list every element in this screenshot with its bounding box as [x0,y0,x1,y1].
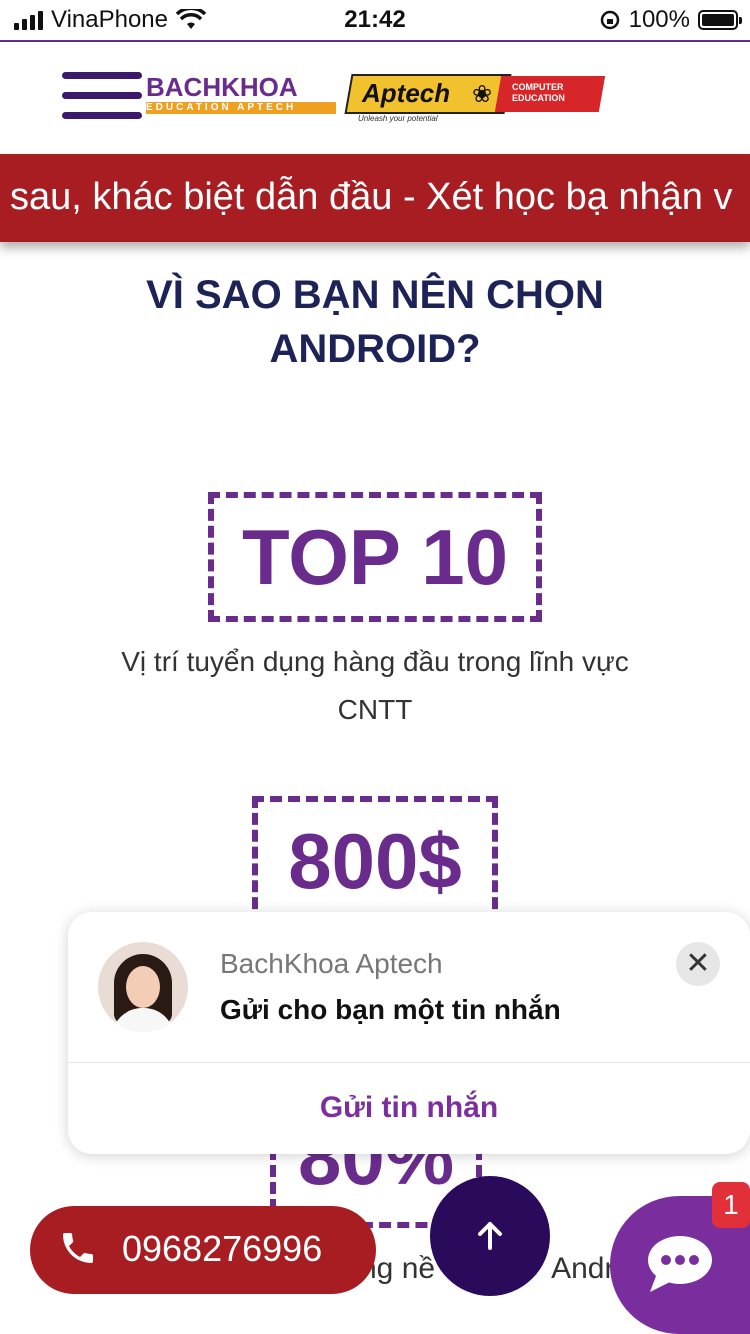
menu-icon[interactable] [62,72,142,122]
phone-number: 0968276996 [122,1228,323,1269]
rotation-lock-icon [600,10,619,30]
close-icon[interactable]: ✕ [676,942,720,986]
stat-box-top10: TOP 10 [208,492,542,622]
chat-sender: BachKhoa Aptech [220,948,443,979]
arrow-up-icon [478,1222,502,1250]
avatar [98,942,188,1032]
site-header: BACHKHOA EDUCATION APTECH Aptech ❀ COMPU… [0,42,750,154]
section-heading: VÌ SAO BẠN NÊN CHỌN ANDROID? [146,273,604,371]
bachkhoa-logo[interactable]: BACHKHOA EDUCATION APTECH [146,72,338,118]
paw-icon: ❀ [472,81,493,108]
aptech-logo[interactable]: Aptech ❀ COMPUTER EDUCATION Unleash your… [344,74,606,123]
chat-icon [648,1236,712,1292]
marquee-text: sau, khác biệt dẫn đầu - Xét học bạ nhận… [10,176,733,218]
status-bar: VinaPhone 21:42 100% [0,0,750,40]
call-button[interactable]: 0968276996 [30,1206,376,1294]
announcement-marquee[interactable]: sau, khác biệt dẫn đầu - Xét học bạ nhận… [0,154,750,242]
battery-icon [698,10,742,30]
stat-description: Vị trí tuyển dụng hàng đầu trong lĩnh vự… [121,646,629,725]
battery-percent: 100% [628,6,690,33]
scroll-to-top-button[interactable] [430,1176,550,1296]
stat-box-salary: 800$ [252,796,498,926]
notification-badge: 1 [712,1182,750,1228]
send-message-button[interactable]: Gửi tin nhắn [68,1062,750,1154]
phone-icon [63,1233,93,1263]
chat-popup: BachKhoa Aptech Gửi cho bạn một tin nhắn… [68,912,750,1154]
chat-message: Gửi cho bạn một tin nhắn [220,994,561,1025]
